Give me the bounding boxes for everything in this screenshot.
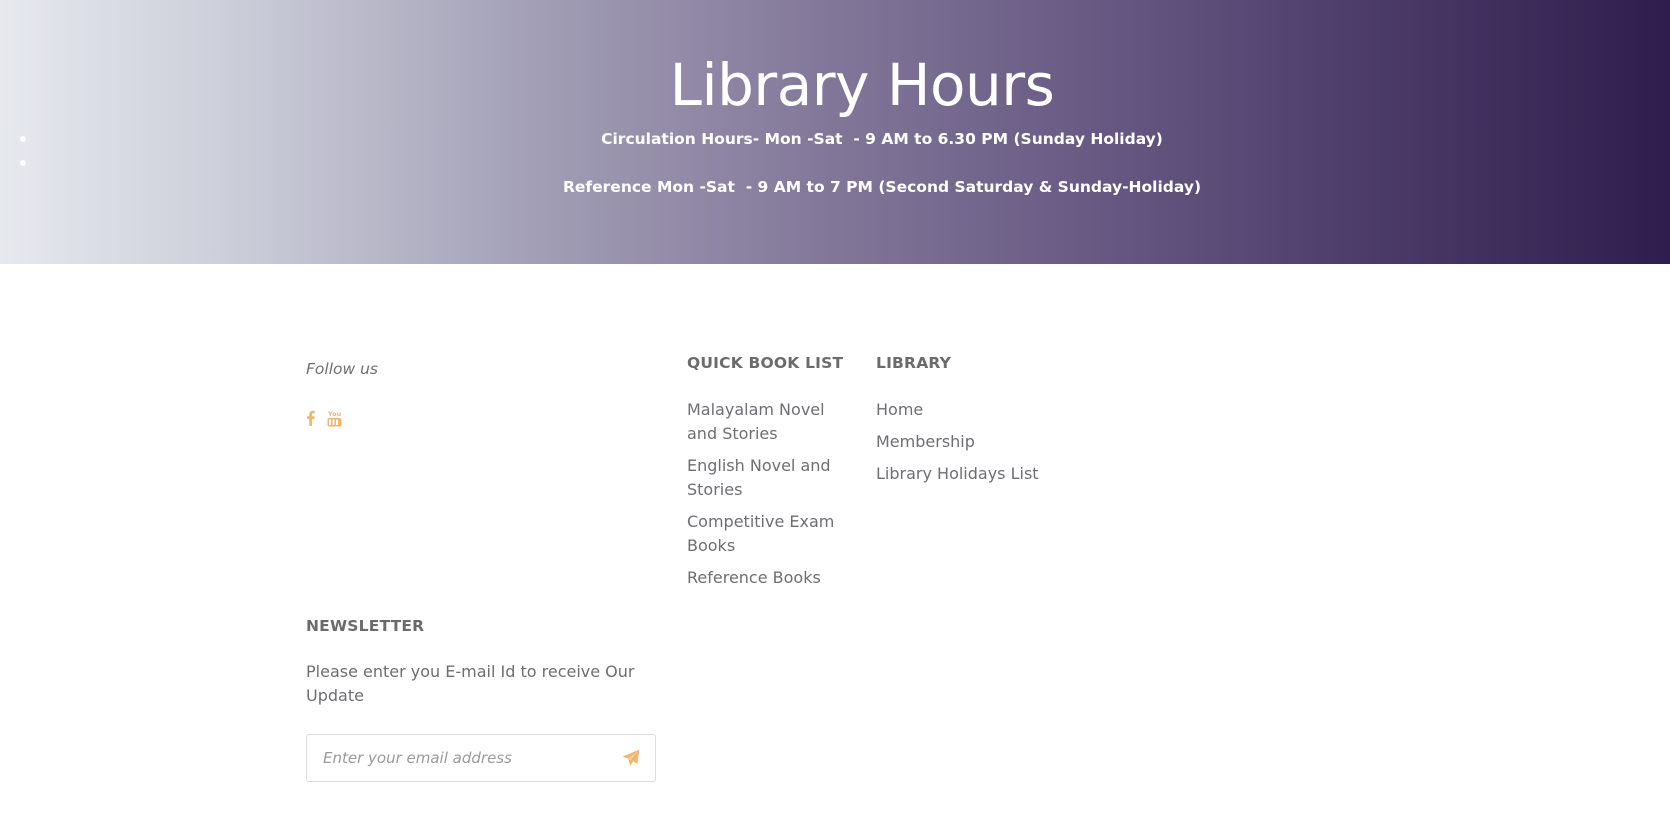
svg-text:You: You [327,410,342,418]
newsletter-heading: NEWSLETTER [306,617,425,635]
list-item: Malayalam Novel and Stories [687,398,847,446]
email-field[interactable] [307,735,607,781]
list-item: Library Holidays List [876,462,1076,486]
facebook-icon [307,410,315,426]
page-title: Library Hours [669,51,1055,119]
list-item: Competitive Exam Books [687,510,847,558]
youtube-link[interactable]: You [327,409,342,427]
quick-book-list: Malayalam Novel and Stories English Nove… [687,398,847,598]
library-heading: LIBRARY [876,354,952,372]
carousel-indicator-dot[interactable] [20,160,26,166]
link-home[interactable]: Home [876,398,1076,422]
youtube-icon: You [327,410,342,427]
list-item: Home [876,398,1076,422]
reference-hours-text: Reference Mon -Sat - 9 AM to 7 PM (Secon… [562,178,1202,196]
link-membership[interactable]: Membership [876,430,1076,454]
link-malayalam-novel-and-stories[interactable]: Malayalam Novel and Stories [687,398,847,446]
newsletter-description: Please enter you E-mail Id to receive Ou… [306,662,635,705]
list-item: Reference Books [687,566,847,590]
paper-plane-icon [622,749,640,766]
link-competitive-exam-books[interactable]: Competitive Exam Books [687,510,847,558]
list-item: English Novel and Stories [687,454,847,502]
library-hours-banner: Library Hours Circulation Hours- Mon -Sa… [0,0,1670,264]
library-links: Home Membership Library Holidays List [876,398,1076,494]
social-links: You [306,409,342,427]
subscribe-button[interactable] [607,735,655,781]
quick-book-list-heading: QUICK BOOK LIST [687,354,844,372]
list-item: Membership [876,430,1076,454]
newsletter-form [306,734,656,782]
link-reference-books[interactable]: Reference Books [687,566,847,590]
link-english-novel-and-stories[interactable]: English Novel and Stories [687,454,847,502]
follow-us-heading: Follow us [306,360,378,378]
facebook-link[interactable] [306,410,315,426]
circulation-hours-text: Circulation Hours- Mon -Sat - 9 AM to 6.… [601,130,1163,148]
link-library-holidays-list[interactable]: Library Holidays List [876,462,1076,486]
